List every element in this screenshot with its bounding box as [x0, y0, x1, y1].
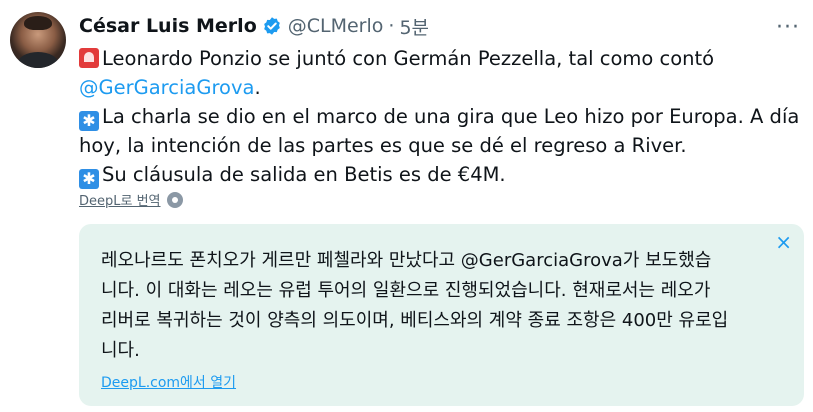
sparkle-icon: ✱	[79, 169, 99, 189]
verified-badge-icon	[263, 17, 280, 35]
translation-line: 리버로 복귀하는 것이 양측의 의도이며, 베티스와의 계약 종료 조항은 40…	[101, 310, 729, 331]
mention-link[interactable]: @GerGarciaGrova	[79, 76, 254, 99]
translation-line: 니다.	[101, 340, 140, 361]
author-name[interactable]: César Luis Merlo	[79, 15, 257, 37]
tweet-line-5: ✱ Su cláusula de salida en Betis es de €4…	[79, 160, 804, 189]
translation-text: 레오나르도 폰치오가 게르만 페첼라와 만났다고 @GerGarciaGrova…	[101, 246, 771, 366]
avatar[interactable]	[10, 12, 66, 68]
close-translation-icon[interactable]: ×	[775, 232, 792, 252]
more-options-icon[interactable]: ···	[775, 14, 801, 40]
tweet-line-4: hoy, la intención de las partes es que s…	[79, 134, 687, 157]
translation-line: 니다. 이 대화는 레오는 유럽 투어의 일환으로 진행되었습니다. 현재로서는…	[101, 280, 711, 301]
rotating-light-icon	[79, 48, 99, 68]
tweet-text: Leonardo Ponzio se juntó con Germán Pezz…	[79, 44, 804, 189]
translation-line: 레오나르도 폰치오가 게르만 페첼라와 만났다고 @GerGarciaGrova…	[101, 250, 712, 271]
open-in-deepl-link[interactable]: DeepL.com에서 열기	[101, 372, 236, 392]
tweet-time[interactable]: 5분	[399, 13, 429, 40]
tweet-card: César Luis Merlo @CLMerlo · 5분 ··· Leona…	[0, 0, 813, 412]
author-handle[interactable]: @CLMerlo	[288, 15, 384, 37]
tweet-header: César Luis Merlo @CLMerlo · 5분	[79, 12, 429, 40]
separator-dot: ·	[388, 15, 395, 37]
sparkle-icon: ✱	[79, 111, 99, 131]
translation-panel: × 레오나르도 폰치오가 게르만 페첼라와 만났다고 @GerGarciaGro…	[79, 224, 804, 406]
tweet-line-3: ✱ La charla se dio en el marco de una gir…	[79, 102, 804, 131]
tweet-line-1: Leonardo Ponzio se juntó con Germán Pezz…	[79, 44, 804, 73]
settings-gear-icon[interactable]	[166, 191, 183, 208]
tweet-line-2: @GerGarciaGrova.	[79, 76, 261, 99]
translate-link-label: DeepL로 번역	[79, 194, 161, 209]
translate-with-deepl-link[interactable]: DeepL로 번역	[79, 190, 183, 209]
